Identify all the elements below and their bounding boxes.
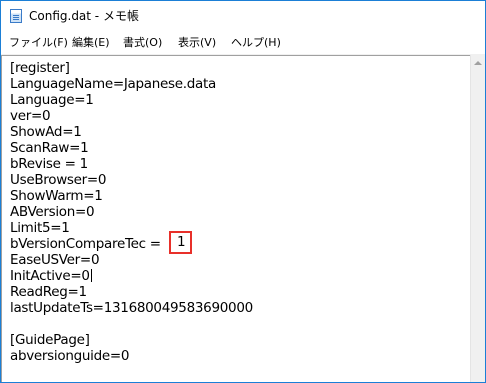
highlighted-value: 1 — [177, 234, 186, 250]
text-line: ReadReg=1 — [10, 284, 87, 300]
menu-view[interactable]: 表示(V) — [178, 35, 216, 51]
text-line: ABVersion=0 — [10, 204, 95, 220]
menu-bar: ファイル(F) 編集(E) 書式(O) 表示(V) ヘルプ(H) — [1, 32, 485, 55]
vertical-scrollbar[interactable] — [470, 55, 485, 382]
text-line: EaseUSVer=0 — [10, 252, 100, 268]
title-bar[interactable]: Config.dat - メモ帳 — [1, 1, 485, 32]
text-line: [register] — [10, 60, 70, 76]
text-line: ver=0 — [10, 108, 51, 124]
text-caret — [90, 269, 92, 282]
menu-help[interactable]: ヘルプ(H) — [231, 35, 281, 51]
text-line: LanguageName=Japanese.data — [10, 76, 216, 92]
notepad-icon — [10, 9, 22, 23]
text-line-with-caret: InitActive=0 — [10, 268, 92, 284]
text-editor-area[interactable]: [register] LanguageName=Japanese.data La… — [1, 55, 471, 382]
text-line: abversionguide=0 — [10, 348, 130, 364]
scroll-up-arrow-icon[interactable] — [474, 61, 482, 65]
text-line: bVersionCompareTec = — [10, 236, 165, 252]
text-line: UseBrowser=0 — [10, 172, 107, 188]
window-title: Config.dat - メモ帳 — [29, 9, 139, 23]
text-line: Language=1 — [10, 92, 94, 108]
text-line: lastUpdateTs=131680049583690000 — [10, 300, 253, 316]
notepad-window: Config.dat - メモ帳 ファイル(F) 編集(E) 書式(O) 表示(… — [0, 0, 486, 383]
menu-edit[interactable]: 編集(E) — [72, 35, 110, 51]
text-line: ScanRaw=1 — [10, 140, 89, 156]
text-line: ShowWarm=1 — [10, 188, 103, 204]
text-line-content: InitActive=0 — [10, 268, 90, 284]
text-line: [GuidePage] — [10, 332, 90, 348]
menu-format[interactable]: 書式(O) — [123, 35, 162, 51]
menu-file[interactable]: ファイル(F) — [9, 35, 68, 51]
text-line: bRevise = 1 — [10, 156, 88, 172]
text-line: Limit5=1 — [10, 220, 70, 236]
text-line: ShowAd=1 — [10, 124, 82, 140]
